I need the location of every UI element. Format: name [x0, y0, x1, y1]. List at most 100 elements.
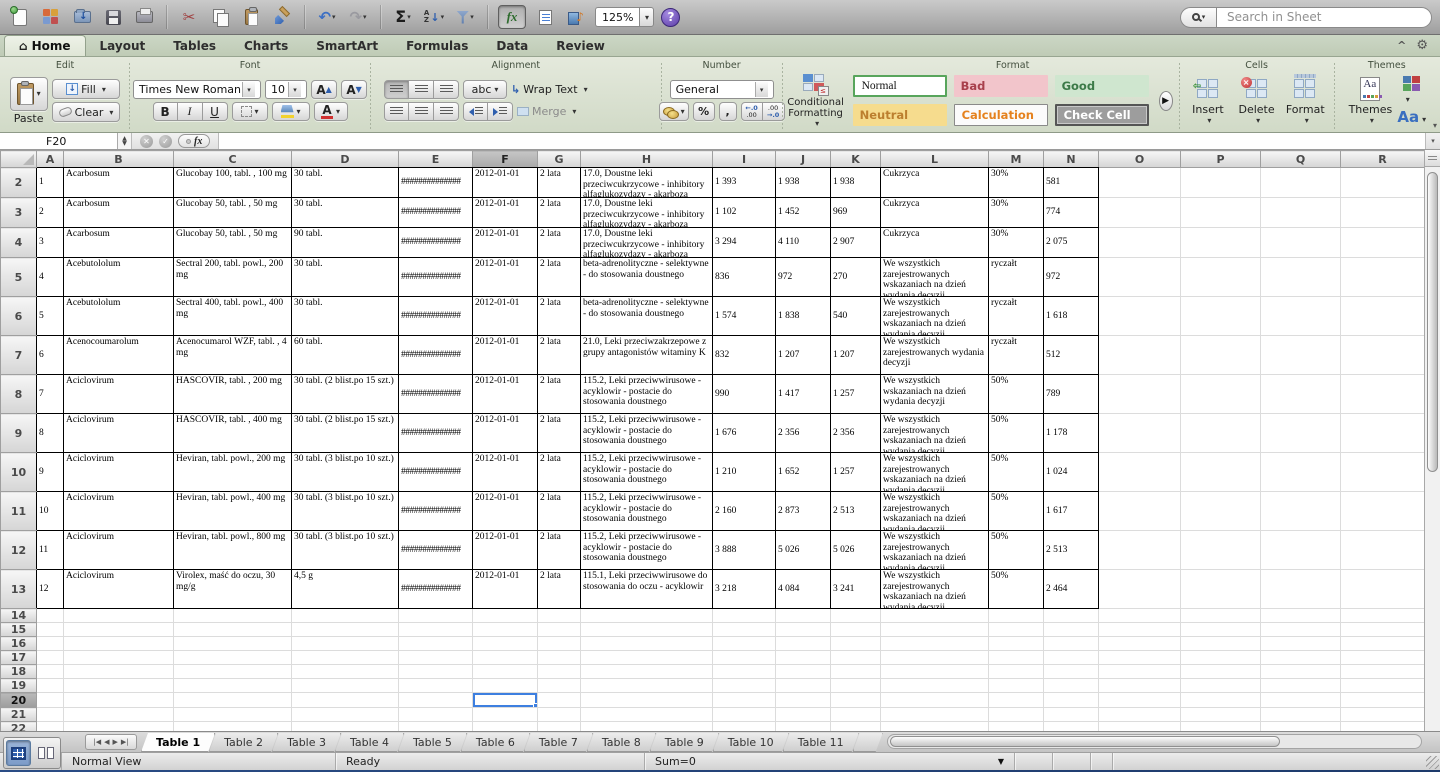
- underline-button[interactable]: U: [203, 102, 228, 121]
- cell-C22[interactable]: [174, 722, 292, 732]
- cell-J10[interactable]: 1 652: [776, 453, 831, 492]
- sheet-tab-table-4[interactable]: Table 4: [335, 733, 404, 752]
- cell-A13[interactable]: 12: [37, 570, 64, 609]
- cell-H5[interactable]: beta-adrenolityczne - selektywne - do st…: [581, 258, 713, 297]
- cell-B5[interactable]: Acebutololum: [64, 258, 174, 297]
- cell-R4[interactable]: [1341, 228, 1425, 258]
- cell-F10[interactable]: 2012-01-01: [473, 453, 538, 492]
- cell-Q21[interactable]: [1261, 708, 1341, 722]
- collapse-ribbon-icon[interactable]: ^: [1397, 39, 1406, 52]
- cell-M10[interactable]: 50%: [989, 453, 1044, 492]
- cell-A16[interactable]: [37, 637, 64, 651]
- cell-E4[interactable]: ##############: [399, 228, 473, 258]
- normal-view-button[interactable]: [6, 740, 31, 766]
- cell-J6[interactable]: 1 838: [776, 297, 831, 336]
- sheet-tab-table-2[interactable]: Table 2: [209, 733, 278, 752]
- select-all-corner[interactable]: [1, 151, 37, 168]
- cell-Q16[interactable]: [1261, 637, 1341, 651]
- cell-G5[interactable]: 2 lata: [538, 258, 581, 297]
- cell-Q22[interactable]: [1261, 722, 1341, 732]
- cell-R20[interactable]: [1341, 693, 1425, 708]
- cell-J4[interactable]: 4 110: [776, 228, 831, 258]
- cell-E7[interactable]: ##############: [399, 336, 473, 375]
- cell-C8[interactable]: HASCOVIR, tabl. , 200 mg: [174, 375, 292, 414]
- wrap-text-button[interactable]: ↳Wrap Text: [511, 83, 588, 96]
- cell-O11[interactable]: [1099, 492, 1181, 531]
- cell-M7[interactable]: ryczałt: [989, 336, 1044, 375]
- cell-E11[interactable]: ##############: [399, 492, 473, 531]
- cell-G16[interactable]: [538, 637, 581, 651]
- cell-J15[interactable]: [776, 623, 831, 637]
- cell-M22[interactable]: [989, 722, 1044, 732]
- cell-M15[interactable]: [989, 623, 1044, 637]
- cell-K19[interactable]: [831, 679, 881, 693]
- cell-C5[interactable]: Sectral 200, tabl. powl., 200 mg: [174, 258, 292, 297]
- cell-R21[interactable]: [1341, 708, 1425, 722]
- cell-B14[interactable]: [64, 609, 174, 623]
- cell-K15[interactable]: [831, 623, 881, 637]
- cell-Q2[interactable]: [1261, 168, 1341, 198]
- cell-H15[interactable]: [581, 623, 713, 637]
- cell-I9[interactable]: 1 676: [713, 414, 776, 453]
- cell-D14[interactable]: [292, 609, 399, 623]
- cell-C7[interactable]: Acenocumarol WZF, tabl. , 4 mg: [174, 336, 292, 375]
- name-box-stepper[interactable]: ▲▼: [118, 133, 132, 149]
- cell-K9[interactable]: 2 356: [831, 414, 881, 453]
- cell-I15[interactable]: [713, 623, 776, 637]
- cell-M3[interactable]: 30%: [989, 198, 1044, 228]
- cell-P20[interactable]: [1181, 693, 1261, 708]
- cell-E3[interactable]: ##############: [399, 198, 473, 228]
- sum-dropdown-icon[interactable]: ▼: [998, 757, 1004, 766]
- cell-N16[interactable]: [1044, 637, 1099, 651]
- cell-K6[interactable]: 540: [831, 297, 881, 336]
- cell-I22[interactable]: [713, 722, 776, 732]
- cell-J2[interactable]: 1 938: [776, 168, 831, 198]
- cell-C18[interactable]: [174, 665, 292, 679]
- cell-P6[interactable]: [1181, 297, 1261, 336]
- cell-J21[interactable]: [776, 708, 831, 722]
- cell-L3[interactable]: Cukrzyca: [881, 198, 989, 228]
- sheet-tab-table-10[interactable]: Table 10: [713, 733, 789, 752]
- cell-N13[interactable]: 2 464: [1044, 570, 1099, 609]
- tab-layout[interactable]: Layout: [86, 35, 160, 56]
- cell-P15[interactable]: [1181, 623, 1261, 637]
- autosum-icon[interactable]: Σ▾: [391, 5, 415, 29]
- cell-G14[interactable]: [538, 609, 581, 623]
- cell-Q7[interactable]: [1261, 336, 1341, 375]
- cell-C4[interactable]: Glucobay 50, tabl. , 50 mg: [174, 228, 292, 258]
- cell-M12[interactable]: 50%: [989, 531, 1044, 570]
- cell-J11[interactable]: 2 873: [776, 492, 831, 531]
- cell-J9[interactable]: 2 356: [776, 414, 831, 453]
- cell-D7[interactable]: 60 tabl.: [292, 336, 399, 375]
- paste-icon[interactable]: [239, 5, 263, 29]
- page-layout-view-button[interactable]: [33, 740, 58, 766]
- cell-L6[interactable]: We wszystkich zarejestrowanych wskazania…: [881, 297, 989, 336]
- cell-K14[interactable]: [831, 609, 881, 623]
- ribbon-scroll-icon[interactable]: ▾: [1433, 121, 1437, 130]
- cell-Q10[interactable]: [1261, 453, 1341, 492]
- cell-D20[interactable]: [292, 693, 399, 708]
- cell-P17[interactable]: [1181, 651, 1261, 665]
- column-header-F[interactable]: F: [473, 151, 538, 168]
- cell-A2[interactable]: 1: [37, 168, 64, 198]
- cell-G3[interactable]: 2 lata: [538, 198, 581, 228]
- cell-D16[interactable]: [292, 637, 399, 651]
- cell-A19[interactable]: [37, 679, 64, 693]
- cell-P4[interactable]: [1181, 228, 1261, 258]
- cell-O22[interactable]: [1099, 722, 1181, 732]
- cell-F11[interactable]: 2012-01-01: [473, 492, 538, 531]
- row-header-10[interactable]: 10: [1, 453, 37, 492]
- row-header-18[interactable]: 18: [1, 665, 37, 679]
- zoom-value[interactable]: 125%: [595, 7, 639, 27]
- cell-F12[interactable]: 2012-01-01: [473, 531, 538, 570]
- font-color-button[interactable]: A: [314, 102, 348, 121]
- cell-I13[interactable]: 3 218: [713, 570, 776, 609]
- row-header-17[interactable]: 17: [1, 651, 37, 665]
- cell-M17[interactable]: [989, 651, 1044, 665]
- insert-function-button[interactable]: fx: [178, 134, 210, 148]
- cell-M20[interactable]: [989, 693, 1044, 708]
- sheet-tab-table-6[interactable]: Table 6: [461, 733, 530, 752]
- cell-O12[interactable]: [1099, 531, 1181, 570]
- cell-Q12[interactable]: [1261, 531, 1341, 570]
- cell-E8[interactable]: ##############: [399, 375, 473, 414]
